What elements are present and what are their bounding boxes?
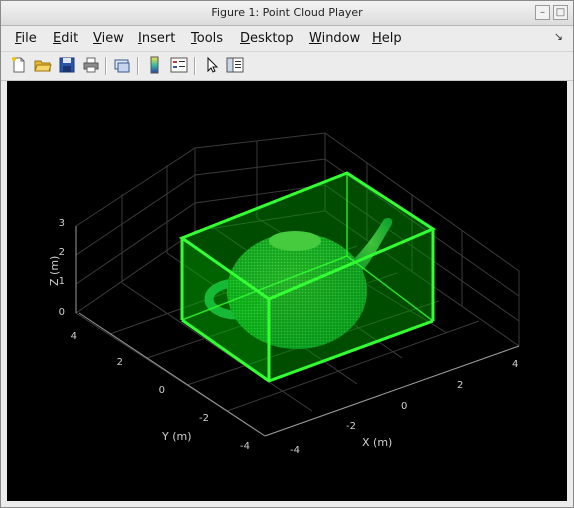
y-tick-label: -4 [240, 441, 250, 452]
property-inspector-icon[interactable] [226, 56, 244, 74]
menu-file[interactable]: File [15, 31, 37, 46]
menu-edit[interactable]: Edit [53, 31, 78, 46]
x-tick-label: -4 [290, 445, 300, 456]
menu-bar: File Edit View Insert Tools Desktop Wind… [1, 26, 573, 50]
minimize-button[interactable]: – [535, 5, 550, 20]
z-tick-label: 0 [59, 307, 65, 318]
y-axis-label: Y (m) [161, 430, 192, 443]
z-axis-label: Z (m) [48, 256, 61, 286]
y-tick-label: 4 [71, 331, 77, 342]
menu-help[interactable]: Help [372, 31, 402, 46]
menu-tools[interactable]: Tools [191, 31, 223, 46]
x-tick-label: 4 [512, 359, 518, 370]
maximize-button[interactable]: □ [553, 5, 568, 20]
toolbar-separator [105, 57, 107, 75]
toolbar-separator [137, 57, 139, 75]
y-tick-label: -2 [199, 413, 209, 424]
colorbar-icon[interactable] [146, 56, 164, 74]
legend-icon[interactable] [170, 56, 188, 74]
title-bar[interactable]: Figure 1: Point Cloud Player – □ [1, 1, 573, 26]
menu-desktop[interactable]: Desktop [240, 31, 294, 46]
point-cloud-axes[interactable]: 3 2 1 0 Z (m) 4 2 0 -2 -4 Y (m) -4 -2 0 … [7, 81, 567, 501]
bounding-cuboid [178, 171, 437, 383]
x-tick-label: -2 [346, 421, 356, 432]
edit-plot-cursor-icon[interactable] [203, 56, 221, 74]
new-figure-icon[interactable] [10, 56, 28, 74]
figure-window: Figure 1: Point Cloud Player – □ File Ed… [0, 0, 574, 508]
y-tick-label: 0 [159, 385, 165, 396]
z-tick-label: 3 [59, 218, 65, 229]
dock-figure-icon[interactable]: ↘ [554, 30, 563, 43]
y-tick-label: 2 [117, 357, 123, 368]
plot-canvas[interactable]: 3 2 1 0 Z (m) 4 2 0 -2 -4 Y (m) -4 -2 0 … [7, 81, 567, 501]
menu-view[interactable]: View [93, 31, 124, 46]
x-tick-label: 2 [457, 380, 463, 391]
window-title: Figure 1: Point Cloud Player [211, 6, 363, 19]
link-plot-icon[interactable] [113, 56, 131, 74]
menu-window[interactable]: Window [309, 31, 360, 46]
menu-insert[interactable]: Insert [138, 31, 175, 46]
print-icon[interactable] [82, 56, 100, 74]
x-axis-label: X (m) [362, 436, 392, 449]
open-file-icon[interactable] [34, 56, 52, 74]
x-tick-label: 0 [401, 401, 407, 412]
save-icon[interactable] [58, 56, 76, 74]
toolbar-separator [194, 57, 196, 75]
figure-toolbar [1, 51, 573, 81]
